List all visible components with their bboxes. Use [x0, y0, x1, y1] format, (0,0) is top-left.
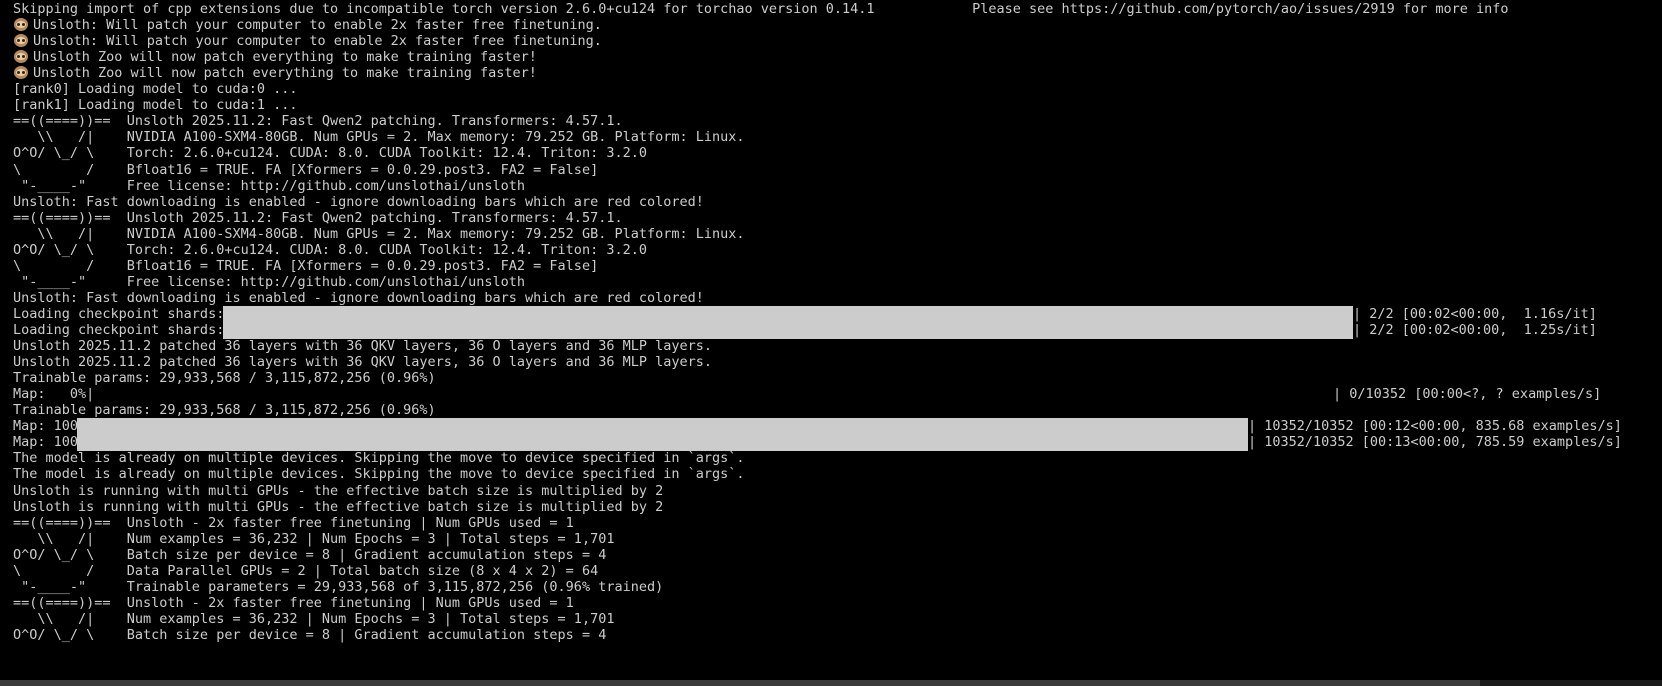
- terminal-line: Unsloth: Fast downloading is enabled - i…: [13, 194, 704, 211]
- progress-stats: | 10352/10352 [00:13<00:00, 785.59 examp…: [1248, 434, 1622, 450]
- terminal-line: \\ /| Num examples = 36,232 | Num Epochs…: [13, 531, 614, 548]
- terminal-line-text: "-____-" Free license: http://github.com…: [13, 274, 526, 290]
- terminal-line-text: \ / Bfloat16 = TRUE. FA [Xformers = 0.0.…: [13, 258, 599, 274]
- terminal-line: \ / Bfloat16 = TRUE. FA [Xformers = 0.0.…: [13, 258, 598, 275]
- terminal-line: O^O/ \_/ \ Batch size per device = 8 | G…: [13, 627, 606, 644]
- progress-stats: | 2/2 [00:02<00:00, 1.25s/it]: [1353, 322, 1597, 338]
- terminal-line-text: Unsloth is running with multi GPUs - the…: [13, 483, 664, 499]
- terminal-line-text: O^O/ \_/ \ Torch: 2.6.0+cu124. CUDA: 8.0…: [13, 145, 647, 161]
- terminal-line: \\ /| NVIDIA A100-SXM4-80GB. Num GPUs = …: [13, 129, 745, 146]
- terminal-line-text: Unsloth: Will patch your computer to ena…: [33, 33, 602, 49]
- terminal-line: Unsloth 2025.11.2 patched 36 layers with…: [13, 354, 712, 371]
- terminal-line-text: Unsloth is running with multi GPUs - the…: [13, 499, 664, 515]
- terminal-line: Unsloth: Fast downloading is enabled - i…: [13, 290, 704, 307]
- sloth-emoji-icon: [13, 34, 29, 47]
- terminal-line: O^O/ \_/ \ Batch size per device = 8 | G…: [13, 547, 606, 564]
- terminal-line: Unsloth: Will patch your computer to ena…: [13, 17, 602, 34]
- terminal-line-text: Skipping import of cpp extensions due to…: [13, 1, 1509, 17]
- terminal-line: [rank0] Loading model to cuda:0 ...: [13, 81, 297, 98]
- terminal-line-text: \ / Bfloat16 = TRUE. FA [Xformers = 0.0.…: [13, 162, 599, 178]
- terminal-line: \\ /| Num examples = 36,232 | Num Epochs…: [13, 611, 614, 628]
- progress-bar-fill: [77, 418, 1248, 435]
- terminal-line-text: [rank0] Loading model to cuda:0 ...: [13, 81, 298, 97]
- scrollbar-thumb[interactable]: [0, 680, 1480, 686]
- terminal-line: "-____-" Free license: http://github.com…: [13, 274, 525, 291]
- progress-bar: [77, 434, 1248, 451]
- terminal-line-text: O^O/ \_/ \ Batch size per device = 8 | G…: [13, 547, 607, 563]
- terminal-line-text: \\ /| Num examples = 36,232 | Num Epochs…: [13, 531, 615, 547]
- sloth-emoji-icon: [13, 18, 29, 31]
- progress-bar: [223, 322, 1353, 339]
- terminal-line: "-____-" Free license: http://github.com…: [13, 178, 525, 195]
- progress-bar-fill: [223, 306, 1353, 323]
- sloth-emoji-icon: [13, 50, 29, 63]
- progress-bar: [223, 306, 1353, 323]
- terminal-line-text: Unsloth Zoo will now patch everything to…: [33, 65, 537, 81]
- terminal-line-text: Unsloth 2025.11.2 patched 36 layers with…: [13, 338, 712, 354]
- terminal-output[interactable]: Skipping import of cpp extensions due to…: [0, 0, 1662, 686]
- terminal-line: [rank1] Loading model to cuda:1 ...: [13, 97, 297, 114]
- terminal-line: "-____-" Trainable parameters = 29,933,5…: [13, 579, 663, 596]
- terminal-line: Trainable params: 29,933,568 / 3,115,872…: [13, 370, 436, 387]
- terminal-line-text: "-____-" Trainable parameters = 29,933,5…: [13, 579, 664, 595]
- terminal-line-text: The model is already on multiple devices…: [13, 466, 745, 482]
- terminal-line-text: O^O/ \_/ \ Batch size per device = 8 | G…: [13, 627, 607, 643]
- terminal-line: Unsloth is running with multi GPUs - the…: [13, 499, 663, 516]
- terminal-line: \\ /| NVIDIA A100-SXM4-80GB. Num GPUs = …: [13, 226, 745, 243]
- terminal-line: Unsloth Zoo will now patch everything to…: [13, 65, 537, 82]
- terminal-line-text: Trainable params: 29,933,568 / 3,115,872…: [13, 402, 436, 418]
- terminal-line: Trainable params: 29,933,568 / 3,115,872…: [13, 402, 436, 419]
- terminal-line: The model is already on multiple devices…: [13, 466, 745, 483]
- terminal-line-text: ==((====))== Unsloth 2025.11.2: Fast Qwe…: [13, 210, 623, 226]
- terminal-line: The model is already on multiple devices…: [13, 450, 745, 467]
- terminal-line-text: [rank1] Loading model to cuda:1 ...: [13, 97, 298, 113]
- terminal-line: Skipping import of cpp extensions due to…: [13, 1, 1509, 18]
- terminal-line-text: \\ /| NVIDIA A100-SXM4-80GB. Num GPUs = …: [13, 226, 745, 242]
- terminal-line-text: O^O/ \_/ \ Torch: 2.6.0+cu124. CUDA: 8.0…: [13, 242, 647, 258]
- terminal-line-text: Unsloth: Fast downloading is enabled - i…: [13, 290, 704, 306]
- progress-stats: | 2/2 [00:02<00:00, 1.16s/it]: [1353, 306, 1597, 322]
- horizontal-scrollbar[interactable]: [0, 680, 1662, 686]
- terminal-line-text: Unsloth Zoo will now patch everything to…: [33, 49, 537, 65]
- terminal-line-text: Trainable params: 29,933,568 / 3,115,872…: [13, 370, 436, 386]
- progress-bar: [77, 418, 1248, 435]
- terminal-line: ==((====))== Unsloth 2025.11.2: Fast Qwe…: [13, 210, 623, 227]
- terminal-line-text: "-____-" Free license: http://github.com…: [13, 178, 526, 194]
- terminal-line: O^O/ \_/ \ Torch: 2.6.0+cu124. CUDA: 8.0…: [13, 145, 647, 162]
- progress-stats: | 0/10352 [00:00<?, ? examples/s]: [1333, 386, 1602, 402]
- progress-bar: [77, 386, 1333, 403]
- terminal-line-text: \\ /| NVIDIA A100-SXM4-80GB. Num GPUs = …: [13, 129, 745, 145]
- terminal-line: ==((====))== Unsloth - 2x faster free fi…: [13, 515, 574, 532]
- terminal-line: \ / Bfloat16 = TRUE. FA [Xformers = 0.0.…: [13, 162, 598, 179]
- terminal-line: \ / Data Parallel GPUs = 2 | Total batch…: [13, 563, 598, 580]
- progress-bar-fill: [223, 322, 1353, 339]
- terminal-line-text: ==((====))== Unsloth - 2x faster free fi…: [13, 595, 574, 611]
- terminal-line: Unsloth is running with multi GPUs - the…: [13, 483, 663, 500]
- sloth-emoji-icon: [13, 66, 29, 79]
- terminal-line-text: \ / Data Parallel GPUs = 2 | Total batch…: [13, 563, 599, 579]
- terminal-line-text: Unsloth 2025.11.2 patched 36 layers with…: [13, 354, 712, 370]
- terminal-line: O^O/ \_/ \ Torch: 2.6.0+cu124. CUDA: 8.0…: [13, 242, 647, 259]
- terminal-line: ==((====))== Unsloth 2025.11.2: Fast Qwe…: [13, 113, 623, 130]
- terminal-line-text: \\ /| Num examples = 36,232 | Num Epochs…: [13, 611, 615, 627]
- terminal-line-text: ==((====))== Unsloth - 2x faster free fi…: [13, 515, 574, 531]
- terminal-line-text: Unsloth: Will patch your computer to ena…: [33, 17, 602, 33]
- progress-bar-fill: [77, 434, 1248, 451]
- terminal-line-text: ==((====))== Unsloth 2025.11.2: Fast Qwe…: [13, 113, 623, 129]
- terminal-line: Unsloth: Will patch your computer to ena…: [13, 33, 602, 50]
- terminal-line: Unsloth Zoo will now patch everything to…: [13, 49, 537, 66]
- progress-stats: | 10352/10352 [00:12<00:00, 835.68 examp…: [1248, 418, 1622, 434]
- terminal-line: Unsloth 2025.11.2 patched 36 layers with…: [13, 338, 712, 355]
- terminal-line-text: The model is already on multiple devices…: [13, 450, 745, 466]
- terminal-line: ==((====))== Unsloth - 2x faster free fi…: [13, 595, 574, 612]
- terminal-line-text: Unsloth: Fast downloading is enabled - i…: [13, 194, 704, 210]
